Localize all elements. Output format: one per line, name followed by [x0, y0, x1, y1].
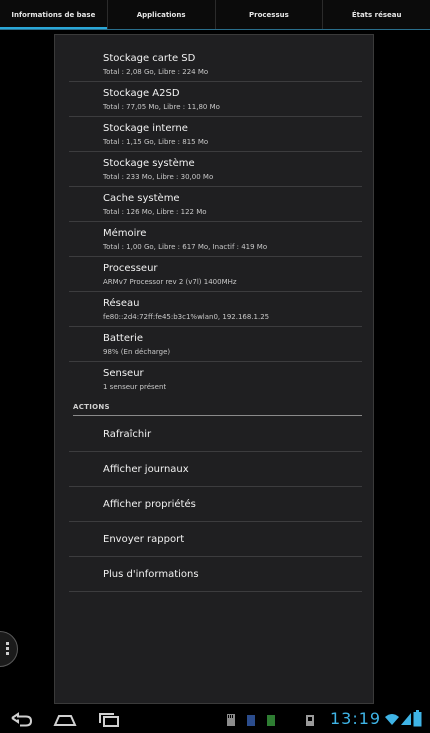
battery-icon	[413, 710, 422, 727]
item-title: Stockage A2SD	[103, 88, 180, 99]
action-label: Afficher propriétés	[103, 499, 196, 510]
action-afficher-journaux[interactable]: Afficher journaux	[69, 452, 362, 487]
tab-informations-de-base[interactable]: Informations de base	[0, 0, 108, 30]
clock: 13:19	[330, 709, 382, 728]
tab-label: Processus	[248, 11, 289, 19]
screen: Informations de base Applications Proces…	[0, 0, 430, 733]
overflow-menu-button[interactable]	[0, 631, 18, 667]
list-item-batterie[interactable]: Batterie 98% (En décharge)	[69, 327, 362, 362]
action-afficher-proprietes[interactable]: Afficher propriétés	[69, 487, 362, 522]
sd-card-status-icon	[306, 715, 314, 726]
info-panel: Stockage carte SD Total : 2,08 Go, Libre…	[54, 34, 374, 704]
wifi-icon	[385, 714, 399, 725]
action-envoyer-rapport[interactable]: Envoyer rapport	[69, 522, 362, 557]
item-subtitle: 1 senseur présent	[103, 383, 167, 391]
item-subtitle: Total : 233 Mo, Libre : 30,00 Mo	[103, 173, 214, 181]
actions-list: Rafraîchir Afficher journaux Afficher pr…	[69, 417, 362, 592]
sd-card-icon	[227, 714, 235, 726]
tab-label: Applications	[136, 11, 186, 19]
item-title: Batterie	[103, 333, 144, 344]
list-item-reseau[interactable]: Réseau fe80::2d4:72ff:fe45:b3c1%wlan0, 1…	[69, 292, 362, 327]
back-icon[interactable]	[8, 711, 34, 729]
tab-etats-reseau[interactable]: États réseau	[323, 0, 430, 30]
item-subtitle: Total : 1,15 Go, Libre : 815 Mo	[103, 138, 209, 146]
tab-bar: Informations de base Applications Proces…	[0, 0, 430, 30]
item-subtitle: 98% (En décharge)	[103, 348, 171, 356]
tab-label: États réseau	[351, 11, 402, 19]
item-title: Réseau	[103, 298, 140, 309]
list-item-stockage-systeme[interactable]: Stockage système Total : 233 Mo, Libre :…	[69, 152, 362, 187]
signal-icon	[401, 713, 411, 725]
storage-icon	[247, 715, 255, 726]
action-label: Plus d'informations	[103, 569, 199, 580]
item-subtitle: Total : 2,08 Go, Libre : 224 Mo	[103, 68, 209, 76]
action-label: Afficher journaux	[103, 464, 189, 475]
item-subtitle: fe80::2d4:72ff:fe45:b3c1%wlan0, 192.168.…	[103, 313, 270, 321]
list-item-memoire[interactable]: Mémoire Total : 1,00 Go, Libre : 617 Mo,…	[69, 222, 362, 257]
recent-apps-icon[interactable]	[96, 711, 122, 729]
info-list: Stockage carte SD Total : 2,08 Go, Libre…	[69, 47, 362, 397]
item-title: Stockage interne	[103, 123, 188, 134]
item-title: Senseur	[103, 368, 144, 379]
item-title: Processeur	[103, 263, 158, 274]
item-subtitle: Total : 77,05 Mo, Libre : 11,80 Mo	[103, 103, 220, 111]
tab-label: Informations de base	[11, 11, 96, 19]
list-item-stockage-interne[interactable]: Stockage interne Total : 1,15 Go, Libre …	[69, 117, 362, 152]
list-item-senseur[interactable]: Senseur 1 senseur présent	[69, 362, 362, 397]
action-rafraichir[interactable]: Rafraîchir	[69, 417, 362, 452]
tab-processus[interactable]: Processus	[216, 0, 324, 30]
item-title: Stockage système	[103, 158, 195, 169]
app-notification-icon	[267, 715, 275, 726]
home-icon[interactable]	[52, 711, 78, 729]
item-title: Stockage carte SD	[103, 53, 196, 64]
action-label: Rafraîchir	[103, 429, 152, 440]
item-subtitle: Total : 1,00 Go, Libre : 617 Mo, Inactif…	[103, 243, 268, 251]
item-title: Cache système	[103, 193, 180, 204]
action-plus-informations[interactable]: Plus d'informations	[69, 557, 362, 592]
list-item-stockage-carte-sd[interactable]: Stockage carte SD Total : 2,08 Go, Libre…	[69, 47, 362, 82]
overflow-dots-icon	[6, 642, 10, 658]
tab-applications[interactable]: Applications	[108, 0, 216, 30]
list-item-stockage-a2sd[interactable]: Stockage A2SD Total : 77,05 Mo, Libre : …	[69, 82, 362, 117]
list-item-processeur[interactable]: Processeur ARMv7 Processor rev 2 (v7l) 1…	[69, 257, 362, 292]
item-subtitle: ARMv7 Processor rev 2 (v7l) 1400MHz	[103, 278, 237, 286]
action-label: Envoyer rapport	[103, 534, 185, 545]
item-title: Mémoire	[103, 228, 147, 239]
tab-bar-divider	[0, 29, 430, 30]
system-bar: 13:19	[0, 706, 430, 733]
list-item-cache-systeme[interactable]: Cache système Total : 126 Mo, Libre : 12…	[69, 187, 362, 222]
actions-section-header: ACTIONS	[73, 403, 362, 416]
item-subtitle: Total : 126 Mo, Libre : 122 Mo	[103, 208, 207, 216]
